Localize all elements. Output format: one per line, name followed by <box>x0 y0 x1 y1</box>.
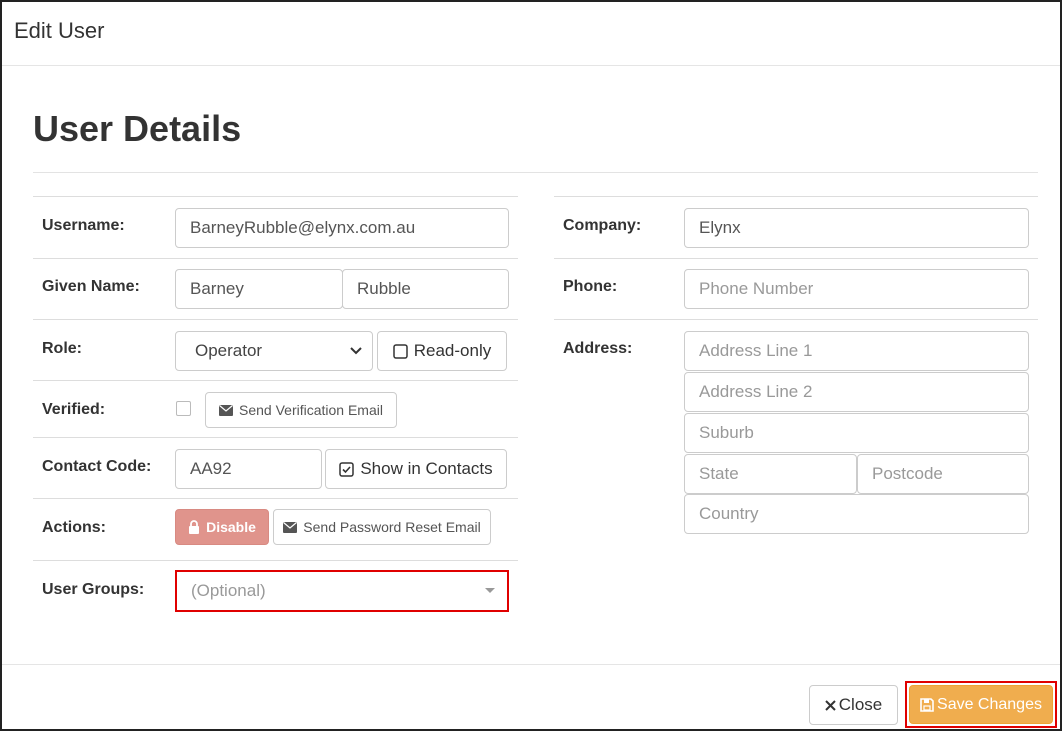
checkbox-empty-icon <box>393 343 408 359</box>
row-divider <box>33 498 518 499</box>
contact-code-input[interactable]: AA92 <box>175 449 322 489</box>
close-button[interactable]: Close <box>809 685 898 725</box>
save-changes-label: Save Changes <box>937 695 1042 713</box>
disable-label: Disable <box>206 519 256 535</box>
given-name-input[interactable]: Barney <box>175 269 343 309</box>
family-name-input[interactable]: Rubble <box>342 269 509 309</box>
address-line1-input[interactable]: Address Line 1 <box>684 331 1029 371</box>
username-input[interactable]: BarneyRubble@elynx.com.au <box>175 208 509 248</box>
phone-label: Phone: <box>563 278 618 295</box>
role-select[interactable]: Operator <box>175 331 373 371</box>
modal-header: Edit User <box>2 2 1060 66</box>
user-groups-select[interactable]: (Optional) <box>175 570 509 612</box>
send-verification-email-label: Send Verification Email <box>239 402 383 418</box>
state-input[interactable]: State <box>684 454 857 494</box>
title-divider <box>33 172 1038 173</box>
actions-label: Actions: <box>42 519 106 536</box>
footer-divider <box>2 664 1060 665</box>
row-divider <box>33 437 518 438</box>
row-divider <box>33 380 518 381</box>
edit-user-modal: Edit User User Details Username: BarneyR… <box>0 0 1062 731</box>
verified-label: Verified: <box>42 401 106 418</box>
modal-title: Edit User <box>14 18 105 43</box>
username-label: Username: <box>42 217 125 234</box>
send-password-reset-email-label: Send Password Reset Email <box>303 519 481 535</box>
role-label: Role: <box>42 340 82 357</box>
row-divider <box>33 258 518 259</box>
suburb-input[interactable]: Suburb <box>684 413 1029 453</box>
address-line2-input[interactable]: Address Line 2 <box>684 372 1029 412</box>
envelope-icon <box>219 404 234 416</box>
read-only-button[interactable]: Read-only <box>377 331 507 371</box>
lock-icon <box>188 520 200 534</box>
row-divider <box>33 560 518 561</box>
caret-down-icon <box>485 588 495 594</box>
row-divider <box>33 196 518 197</box>
country-input[interactable]: Country <box>684 494 1029 534</box>
save-changes-button[interactable]: Save Changes <box>909 685 1053 724</box>
show-in-contacts-button[interactable]: Show in Contacts <box>325 449 507 489</box>
address-label: Address: <box>563 340 633 357</box>
show-in-contacts-label: Show in Contacts <box>360 459 493 478</box>
row-divider <box>554 258 1038 259</box>
disable-button[interactable]: Disable <box>175 509 269 545</box>
role-select-value: Operator <box>195 341 263 360</box>
row-divider <box>554 196 1038 197</box>
company-input[interactable]: Elynx <box>684 208 1029 248</box>
given-name-label: Given Name: <box>42 278 140 295</box>
close-label: Close <box>838 695 883 714</box>
checkbox-checked-icon <box>339 461 355 477</box>
row-divider <box>33 319 518 320</box>
verified-checkbox[interactable] <box>176 401 191 416</box>
chevron-down-icon <box>350 347 362 355</box>
user-groups-label: User Groups: <box>42 581 145 598</box>
send-password-reset-email-button[interactable]: Send Password Reset Email <box>273 509 491 545</box>
send-verification-email-button[interactable]: Send Verification Email <box>205 392 397 428</box>
page-title: User Details <box>33 108 242 149</box>
read-only-label: Read-only <box>413 341 492 360</box>
user-groups-placeholder: (Optional) <box>191 581 266 600</box>
close-icon <box>825 699 836 711</box>
company-label: Company: <box>563 217 642 234</box>
phone-input[interactable]: Phone Number <box>684 269 1029 309</box>
save-icon <box>920 697 934 712</box>
contact-code-label: Contact Code: <box>42 458 152 475</box>
postcode-input[interactable]: Postcode <box>857 454 1029 494</box>
row-divider <box>554 319 1038 320</box>
envelope-icon <box>283 521 298 533</box>
